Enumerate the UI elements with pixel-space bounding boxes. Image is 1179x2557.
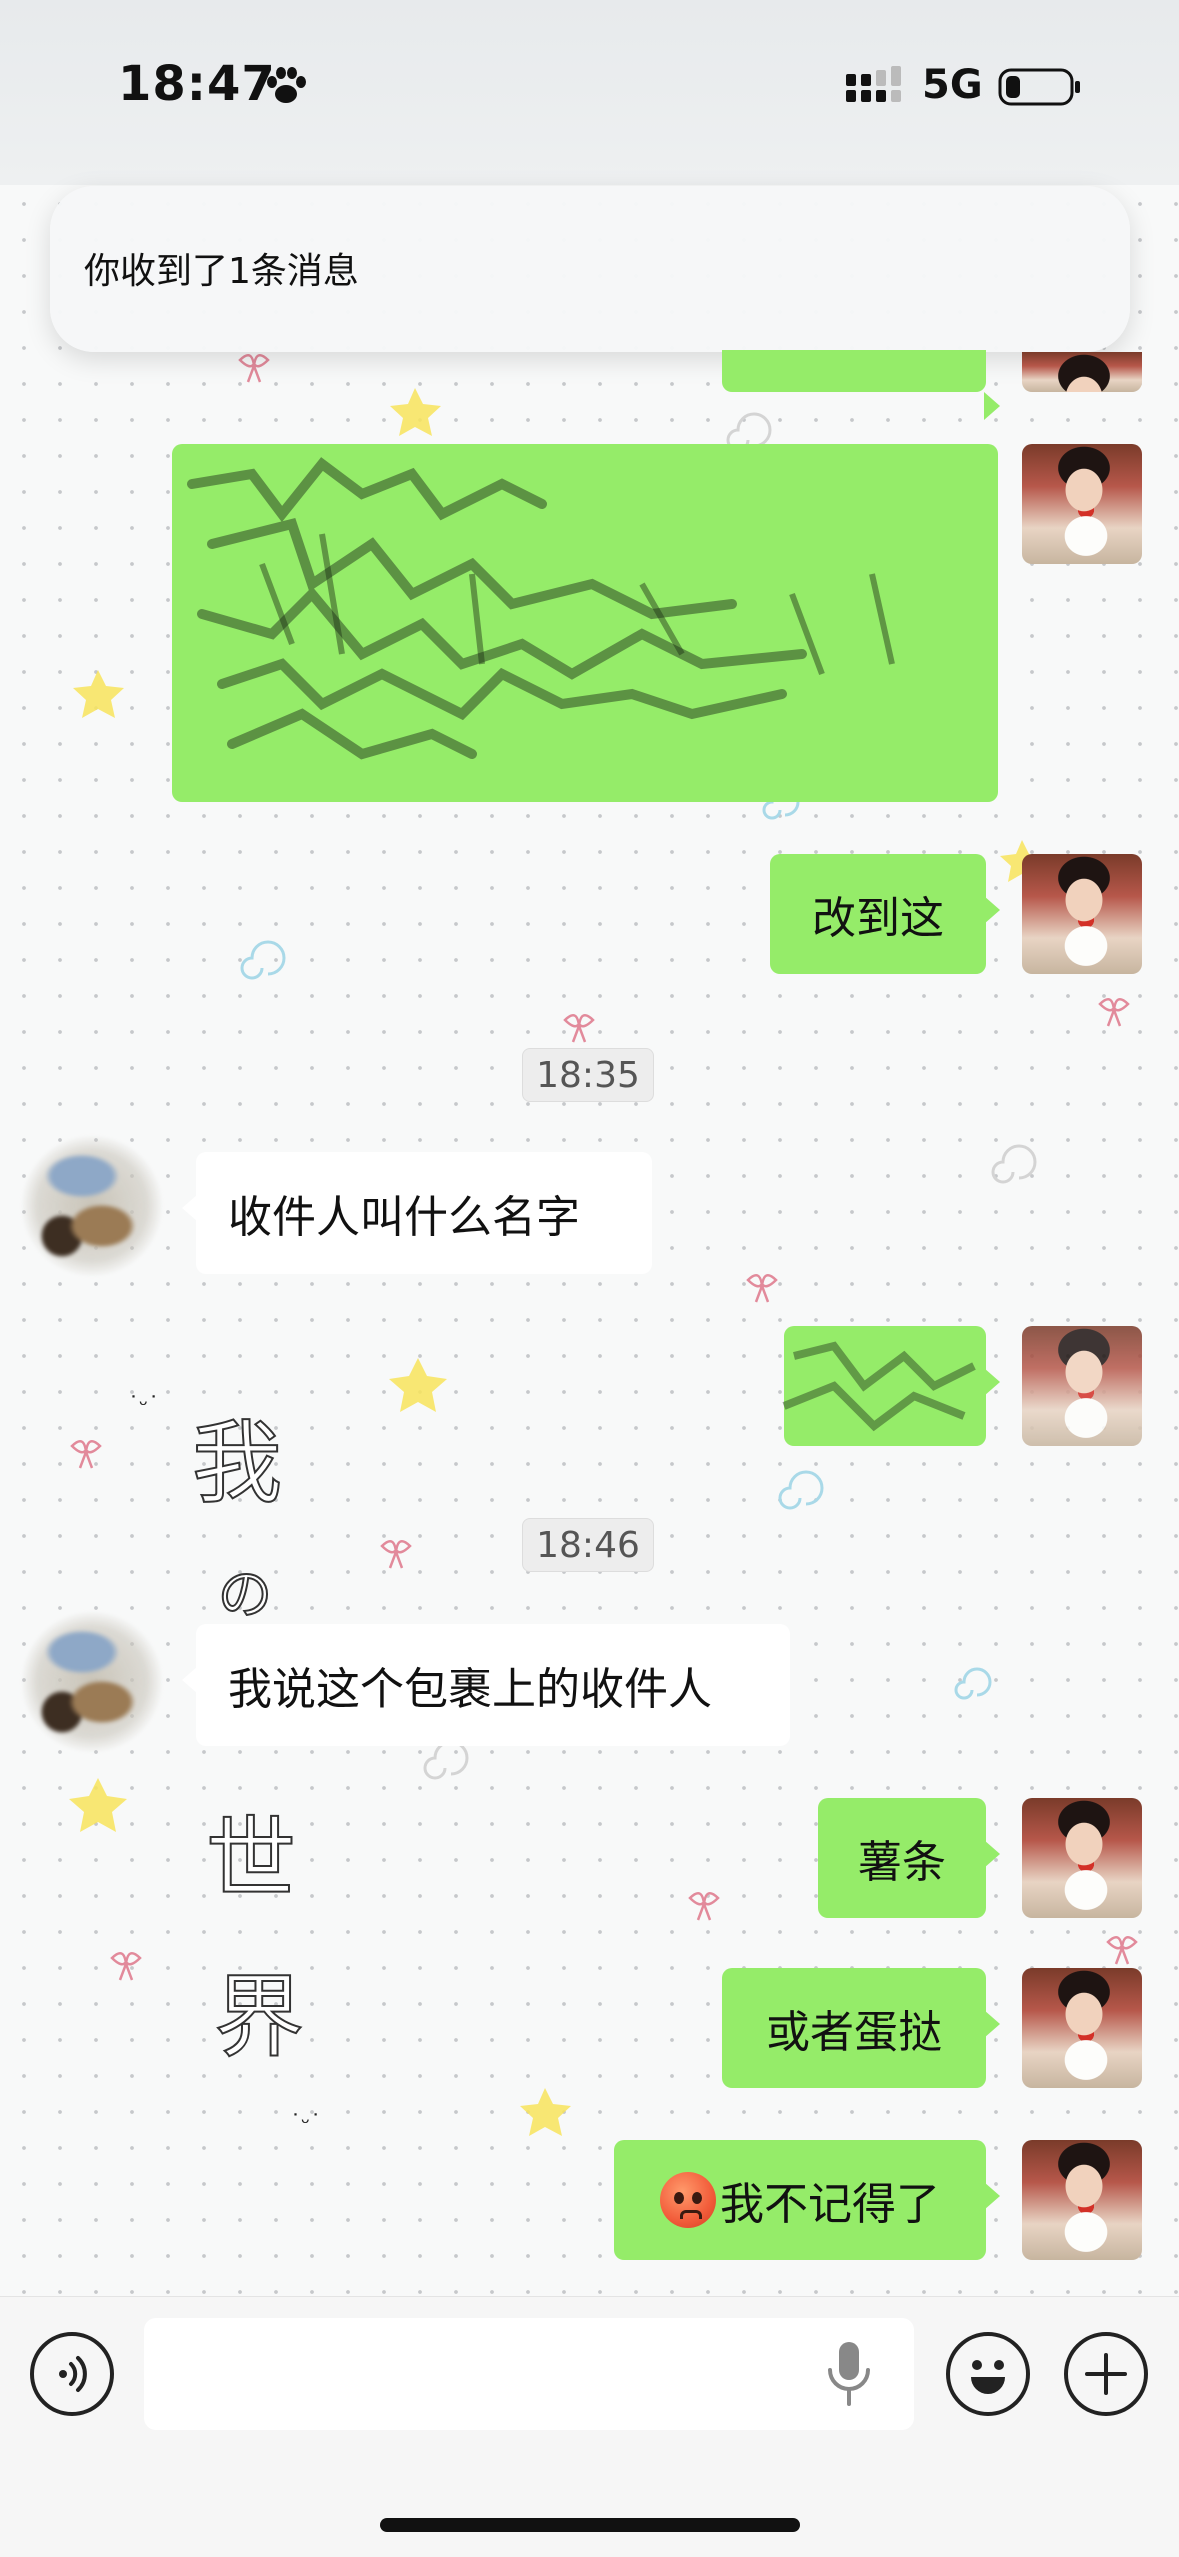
message-bubble[interactable]: 我说这个包裹上的收件人 bbox=[182, 1624, 790, 1746]
svg-text:˙ᵕ˙: ˙ᵕ˙ bbox=[128, 1393, 159, 1418]
notification-text: 你收到了1条消息 bbox=[84, 251, 359, 292]
paw-icon bbox=[267, 67, 306, 103]
sticker-char-1: 我 bbox=[191, 1410, 283, 1517]
flushed-face-emoji-icon bbox=[660, 2172, 716, 2228]
timestamp: 18:35 bbox=[522, 1048, 654, 1102]
message-bubble-with-emoji[interactable]: 我不记得了 bbox=[614, 2140, 1000, 2260]
message-bubble[interactable]: 薯条 bbox=[818, 1798, 1000, 1918]
message-bubble[interactable]: 收件人叫什么名字 bbox=[182, 1152, 652, 1274]
voice-toggle-button[interactable] bbox=[30, 2332, 114, 2416]
sticker-char-3: 世 bbox=[205, 1806, 297, 1913]
my-avatar[interactable] bbox=[1022, 352, 1142, 392]
my-avatar[interactable] bbox=[1022, 1968, 1142, 2088]
plus-icon bbox=[1085, 2353, 1127, 2395]
status-time: 18:47 bbox=[118, 56, 276, 112]
redacted-message[interactable] bbox=[782, 1326, 1000, 1446]
message-input[interactable] bbox=[144, 2318, 914, 2430]
my-avatar[interactable] bbox=[1022, 854, 1142, 974]
sticker-char-4: 界 bbox=[213, 1964, 305, 2071]
my-avatar[interactable] bbox=[1022, 444, 1142, 564]
scribble-overlay bbox=[187, 457, 895, 760]
status-bar: 18:47 5G bbox=[0, 0, 1179, 185]
my-avatar[interactable] bbox=[1022, 1798, 1142, 1918]
emoji-button[interactable] bbox=[946, 2332, 1030, 2416]
battery-icon bbox=[998, 68, 1080, 106]
scribble-overlay bbox=[782, 1341, 976, 1432]
notification-banner[interactable]: 你收到了1条消息 bbox=[50, 186, 1130, 352]
microphone-icon[interactable] bbox=[824, 2340, 874, 2408]
my-avatar[interactable] bbox=[1022, 2140, 1142, 2260]
message-bubble[interactable]: 或者蛋挞 bbox=[722, 1968, 1000, 2088]
message-bubble-partial[interactable] bbox=[722, 350, 1000, 420]
message-bubble[interactable]: 改到这 bbox=[770, 854, 1000, 974]
contact-avatar[interactable] bbox=[22, 1612, 162, 1752]
plus-button[interactable] bbox=[1064, 2332, 1148, 2416]
svg-text:˙ᵕ˙: ˙ᵕ˙ bbox=[290, 2111, 321, 2136]
redacted-message[interactable] bbox=[172, 444, 998, 802]
network-type: 5G bbox=[922, 62, 983, 108]
timestamp: 18:46 bbox=[522, 1518, 654, 1572]
emoji-icon bbox=[971, 2360, 1005, 2394]
home-indicator[interactable] bbox=[380, 2518, 800, 2532]
contact-avatar[interactable] bbox=[22, 1136, 162, 1276]
message-text: 我不记得了 bbox=[720, 2179, 940, 2230]
my-avatar[interactable] bbox=[1022, 1326, 1142, 1446]
voice-toggle-icon bbox=[59, 2356, 87, 2392]
sticker-char-2: の bbox=[217, 1562, 273, 1627]
cellular-signal-icon bbox=[846, 66, 901, 102]
